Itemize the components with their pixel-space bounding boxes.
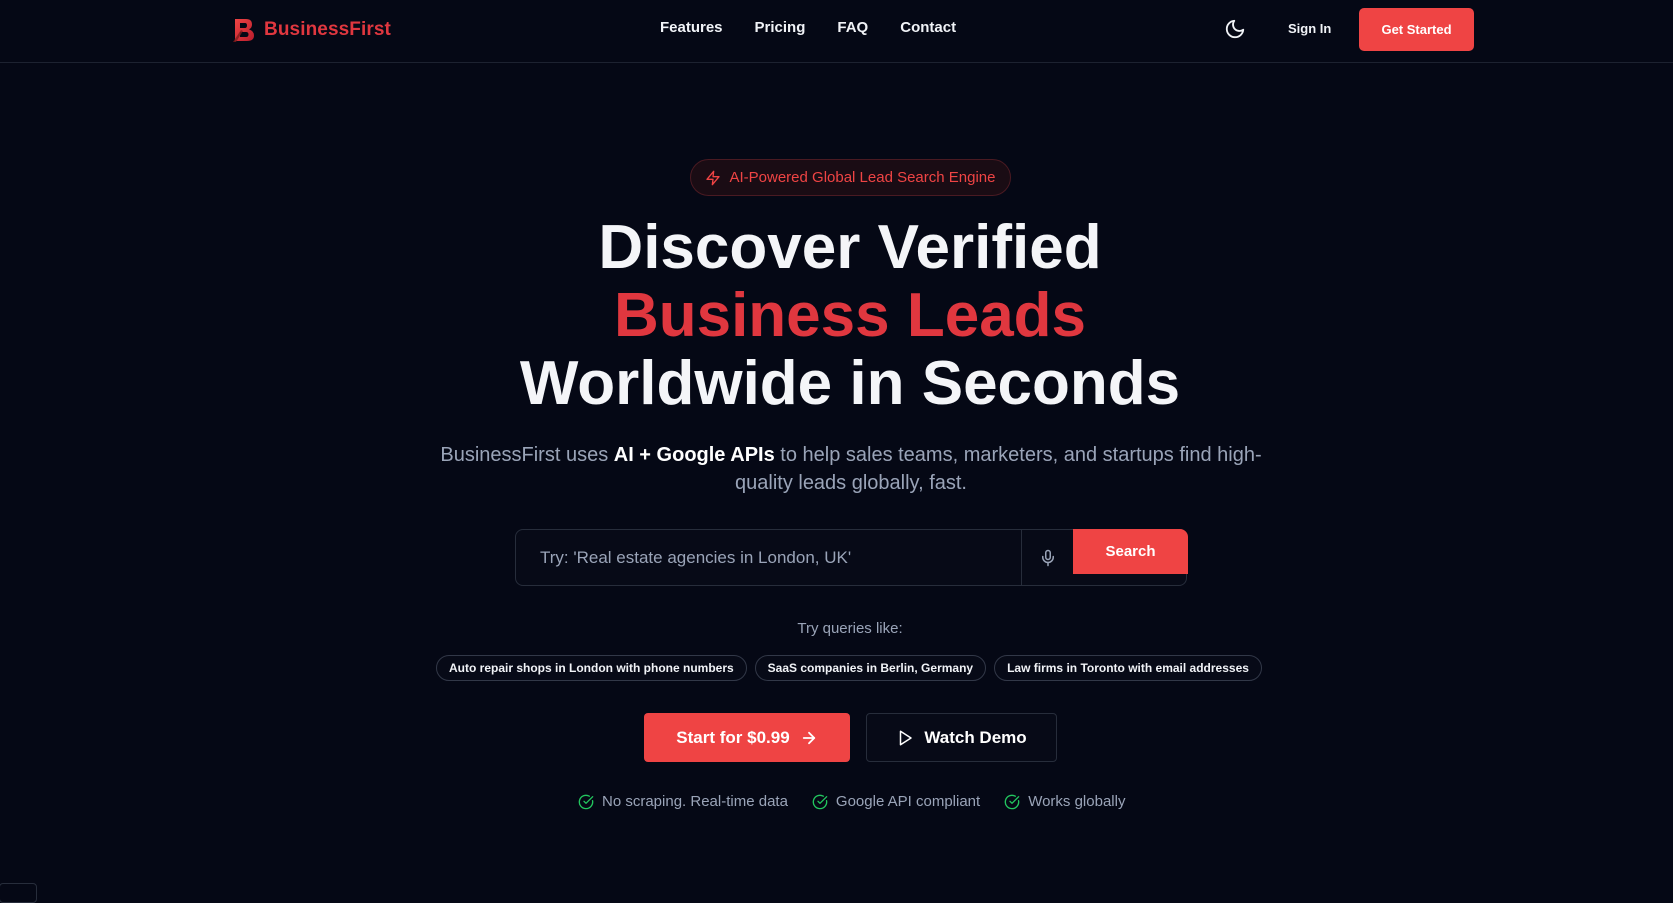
corner-widget[interactable] bbox=[0, 883, 37, 903]
watch-demo-button[interactable]: Watch Demo bbox=[866, 713, 1057, 762]
feature-label: Google API compliant bbox=[835, 793, 981, 810]
subtitle-suffix: to help sales teams, marketers, and star… bbox=[735, 444, 1262, 494]
voice-search-button[interactable] bbox=[1021, 530, 1073, 585]
feature-item: Google API compliant bbox=[812, 793, 980, 810]
suggestions-label: Try queries like: bbox=[797, 620, 903, 637]
feature-list: No scraping. Real-time data Google API c… bbox=[578, 793, 1125, 810]
suggestion-chip[interactable]: SaaS companies in Berlin, Germany bbox=[754, 655, 987, 681]
start-trial-label: Start for $0.99 bbox=[676, 727, 790, 747]
feature-label: Works globally bbox=[1028, 793, 1126, 810]
moon-icon[interactable] bbox=[1224, 18, 1246, 40]
feature-label: No scraping. Real-time data bbox=[602, 793, 788, 810]
nav-link-faq[interactable]: FAQ bbox=[837, 19, 868, 36]
feature-item: No scraping. Real-time data bbox=[578, 793, 788, 810]
hero-subtitle: BusinessFirst uses AI + Google APIs to h… bbox=[436, 441, 1266, 497]
nav-link-pricing[interactable]: Pricing bbox=[755, 19, 806, 36]
search-button[interactable]: Search bbox=[1073, 529, 1188, 574]
get-started-button[interactable]: Get Started bbox=[1359, 8, 1474, 51]
suggestion-chip[interactable]: Auto repair shops in London with phone n… bbox=[436, 655, 747, 681]
nav-links: Features Pricing FAQ Contact bbox=[660, 19, 956, 36]
watch-demo-label: Watch Demo bbox=[924, 727, 1027, 747]
search-bar: Search bbox=[515, 529, 1188, 586]
brand[interactable]: BusinessFirst bbox=[232, 16, 391, 44]
subtitle-highlight: AI + Google APIs bbox=[613, 444, 775, 466]
headline-line-1: Discover Verified bbox=[598, 213, 1102, 282]
arrow-right-icon bbox=[802, 731, 815, 744]
check-circle-icon bbox=[578, 794, 594, 809]
hero-badge-label: AI-Powered Global Lead Search Engine bbox=[729, 169, 996, 186]
headline-accent: Business Leads bbox=[613, 281, 1087, 350]
top-navbar: BusinessFirst Features Pricing FAQ Conta… bbox=[0, 0, 1673, 63]
lightning-icon bbox=[706, 170, 721, 185]
check-circle-icon bbox=[812, 794, 828, 809]
suggestion-chips: Auto repair shops in London with phone n… bbox=[436, 655, 1262, 681]
hero-badge: AI-Powered Global Lead Search Engine bbox=[690, 159, 1011, 196]
feature-item: Works globally bbox=[1004, 793, 1125, 810]
sign-in-link[interactable]: Sign In bbox=[1288, 21, 1331, 36]
play-icon bbox=[900, 730, 913, 745]
suggestion-chip[interactable]: Law firms in Toronto with email addresse… bbox=[994, 655, 1262, 681]
logo-b-icon bbox=[233, 19, 254, 42]
hero-headline: Discover Verified Business Leads Worldwi… bbox=[0, 214, 1673, 418]
brand-name: BusinessFirst bbox=[264, 19, 391, 40]
subtitle-prefix: BusinessFirst uses bbox=[440, 444, 614, 466]
check-circle-icon bbox=[1004, 794, 1020, 809]
start-trial-button[interactable]: Start for $0.99 bbox=[644, 713, 850, 762]
search-input[interactable] bbox=[517, 531, 1019, 584]
nav-link-features[interactable]: Features bbox=[660, 19, 723, 36]
microphone-icon bbox=[1041, 549, 1054, 566]
headline-line-3: Worldwide in Seconds bbox=[519, 349, 1181, 418]
nav-link-contact[interactable]: Contact bbox=[900, 19, 956, 36]
